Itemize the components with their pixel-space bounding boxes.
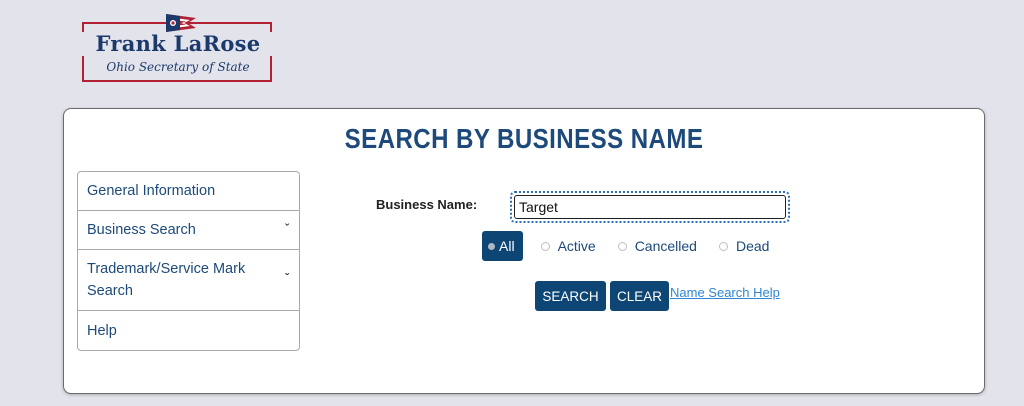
radio-label: Active bbox=[557, 238, 596, 254]
search-card: SEARCH BY BUSINESS NAME General Informat… bbox=[63, 108, 985, 394]
chevron-down-icon: ˇ bbox=[285, 221, 289, 236]
radio-dot-icon bbox=[617, 241, 627, 251]
business-name-label: Business Name: bbox=[376, 197, 478, 212]
sidebar-item-label: Trademark/Service Mark Search bbox=[87, 261, 246, 299]
sidebar-item-help[interactable]: Help bbox=[78, 311, 299, 350]
logo-subtitle: Ohio Secretary of State bbox=[106, 60, 250, 74]
radio-label: Cancelled bbox=[634, 238, 697, 254]
logo-name: Frank LaRose bbox=[82, 32, 274, 56]
sidebar-item-label: General Information bbox=[87, 183, 216, 199]
sidebar-item-label: Help bbox=[87, 322, 117, 339]
radio-label: All bbox=[499, 238, 515, 254]
radio-dead[interactable]: Dead bbox=[718, 238, 770, 254]
radio-label: Dead bbox=[735, 238, 770, 254]
page-title: SEARCH BY BUSINESS NAME bbox=[344, 123, 704, 154]
clear-button[interactable]: CLEAR bbox=[610, 281, 669, 311]
ohio-sos-logo[interactable]: Frank LaRose Ohio Secretary of State bbox=[82, 14, 274, 84]
radio-active[interactable]: Active bbox=[540, 238, 596, 254]
side-navigation: General Information Business Search ˇ Tr… bbox=[77, 171, 300, 351]
business-name-input[interactable] bbox=[514, 195, 786, 219]
radio-dot-icon bbox=[718, 241, 728, 251]
radio-dot-icon bbox=[488, 242, 495, 250]
name-search-help-link[interactable]: Name Search Help bbox=[670, 285, 780, 300]
status-radio-group: All Active Cancelled Dead bbox=[482, 231, 791, 261]
radio-cancelled[interactable]: Cancelled bbox=[617, 238, 697, 254]
sidebar-item-business-search[interactable]: Business Search ˇ bbox=[78, 211, 299, 250]
sidebar-item-trademark-search[interactable]: Trademark/Service Mark Search ˇ bbox=[78, 250, 299, 311]
business-name-focus-ring bbox=[510, 191, 790, 223]
radio-dot-icon bbox=[540, 241, 550, 251]
chevron-down-icon: ˇ bbox=[285, 270, 289, 285]
sidebar-item-general-information[interactable]: General Information bbox=[78, 172, 299, 211]
radio-all[interactable]: All bbox=[482, 231, 523, 261]
ohio-flag-icon bbox=[166, 14, 196, 32]
sidebar-item-label: Business Search bbox=[87, 222, 196, 238]
search-button[interactable]: SEARCH bbox=[535, 281, 606, 311]
